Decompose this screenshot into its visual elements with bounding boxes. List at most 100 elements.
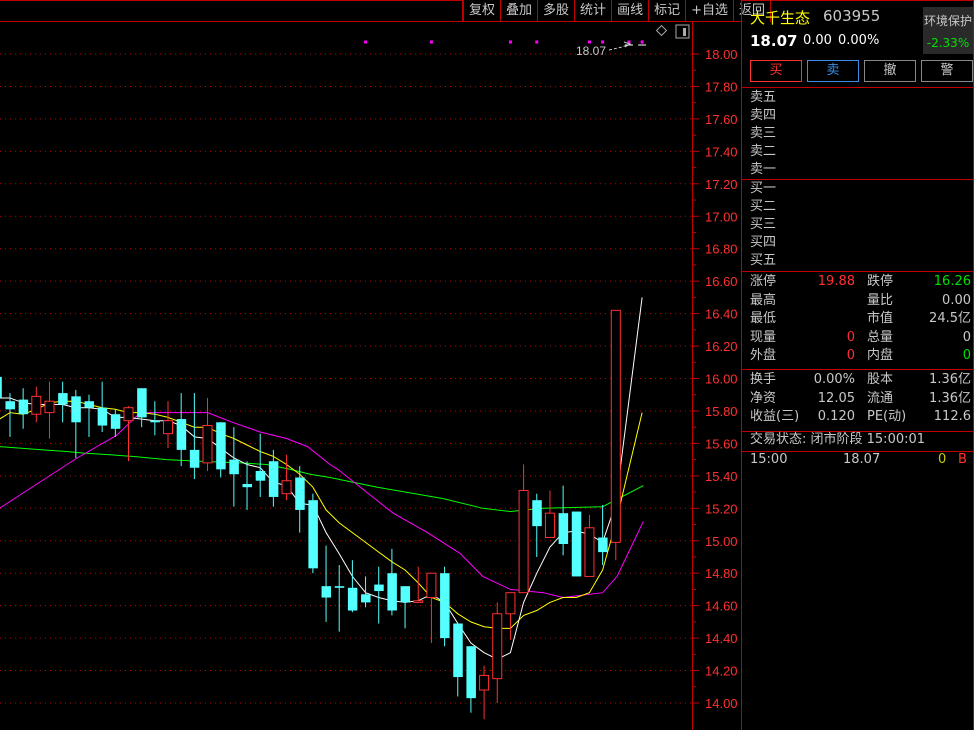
chart-toolbar: 复权 叠加 多股 统计 画线 标记 +自选 返回 [462, 0, 772, 22]
candle-body-down [268, 461, 279, 497]
candle-body-down [453, 623, 463, 678]
price-tick-label: 16.00 [705, 372, 738, 387]
price-tick-label: 15.00 [705, 534, 738, 549]
tick-volume: 0 [938, 452, 947, 467]
add-watchlist-button[interactable]: +自选 [686, 0, 734, 22]
stat-value [792, 292, 855, 310]
candle-body-down [5, 401, 15, 410]
stat-label: 量比 [867, 292, 894, 308]
candle-body-down [374, 584, 384, 592]
price-tick-label: 16.20 [705, 339, 738, 354]
price-change-pct: 0.00% [838, 33, 880, 48]
price-tick-label: 15.80 [705, 404, 738, 419]
restore-rights-button[interactable]: 复权 [464, 0, 502, 22]
statistics-button[interactable]: 统计 [575, 0, 613, 22]
trade-status: 交易状态: 闭市阶段 15:00:01 [750, 432, 926, 447]
tick-side: B [958, 452, 967, 467]
candle-body-down [400, 586, 411, 603]
candle-body-up [426, 572, 437, 599]
stat-label: 股本 [867, 372, 894, 387]
divider [742, 87, 974, 88]
ask-level-label: 卖二 [750, 144, 777, 159]
candle-body-up [413, 600, 424, 603]
last-price: 18.07 [750, 32, 798, 50]
candle-body-up [123, 407, 134, 422]
candle-body-down [440, 573, 450, 639]
ask-level-label: 卖四 [750, 108, 777, 123]
bid-level-label: 买四 [750, 235, 777, 250]
candle-body-up [479, 674, 490, 691]
candle-body-down [308, 500, 318, 569]
price-tick-label: 15.40 [705, 469, 738, 484]
draw-line-button[interactable]: 画线 [612, 0, 650, 22]
stat-value: 0.00 [942, 292, 971, 308]
stat-label: 涨停 [750, 274, 777, 289]
divider [742, 179, 974, 180]
bid-level-label: 买一 [750, 181, 777, 196]
price-tick-label: 18.00 [705, 47, 738, 62]
diamond-icon[interactable] [655, 24, 668, 37]
last-price-annotation: 18.07 [576, 44, 606, 58]
candle-body-down [84, 401, 94, 408]
candle-body-up [610, 309, 621, 543]
candle-body-down [229, 459, 239, 475]
candle-body-down [295, 477, 305, 510]
sector-badge[interactable]: 环境保护 -2.33% [923, 7, 973, 54]
candlestick-chart[interactable]: 18.00 17.80 17.60 17.40 17.20 17.00 16.80 16.60… [0, 0, 741, 730]
candle-body-down [97, 407, 108, 426]
stat-label: 外盘 [750, 348, 777, 363]
stat-label: PE(动) [867, 409, 907, 424]
event-marker [640, 40, 644, 44]
candle-body-up [163, 420, 174, 435]
panel-toggle-icon-bar [683, 28, 686, 36]
price-tick-label: 14.00 [705, 696, 738, 711]
stat-value: 19.88 [817, 274, 855, 289]
price-tick-label: 17.80 [705, 79, 738, 94]
stat-label: 流通 [867, 390, 894, 406]
stat-value: 12.05 [817, 390, 855, 406]
ask-level-label: 卖一 [750, 162, 777, 177]
candle-body-up [281, 480, 292, 495]
stat-label: 总量 [867, 329, 894, 345]
alert-button[interactable]: 警 [921, 60, 973, 82]
candle-body-down [571, 511, 582, 577]
candle-body-up [505, 592, 516, 615]
candle-body-up [202, 425, 213, 464]
stat-value: 0.00% [813, 372, 855, 387]
candle-body-down [532, 500, 542, 527]
tick-time: 15:00 [750, 452, 788, 467]
event-marker [364, 40, 368, 44]
buy-button[interactable]: 买 [750, 60, 802, 82]
stat-value: 0 [962, 348, 971, 363]
stock-code: 603955 [823, 7, 881, 25]
candle-body-up [492, 613, 503, 680]
candle-body-up [31, 395, 42, 415]
candle-body-down [176, 419, 187, 450]
stat-value: 1.36亿 [929, 390, 971, 406]
stat-label: 跌停 [867, 274, 894, 289]
price-tick-label: 15.20 [705, 501, 738, 516]
ask-level-label: 卖五 [750, 90, 777, 105]
price-tick-label: 14.20 [705, 664, 738, 679]
candle-body-up [518, 489, 529, 594]
candle-body-down [71, 396, 81, 423]
overlay-button[interactable]: 叠加 [501, 0, 539, 22]
multi-stock-button[interactable]: 多股 [538, 0, 576, 22]
candle-body-down [189, 449, 200, 468]
price-tick-label: 14.80 [705, 566, 738, 581]
candle-body-up [44, 400, 55, 414]
stat-label: 内盘 [867, 348, 894, 363]
cancel-order-button[interactable]: 撤 [864, 60, 916, 82]
price-tick-label: 14.40 [705, 631, 738, 646]
candle-body-down [466, 646, 476, 699]
sell-button[interactable]: 卖 [807, 60, 859, 82]
ma20-line [0, 412, 644, 599]
price-tick-label: 17.60 [705, 112, 738, 127]
price-tick-label: 17.40 [705, 144, 738, 159]
candle-body-down [558, 513, 569, 544]
stat-label: 净资 [750, 390, 777, 406]
stock-name: 大千生态 [750, 9, 811, 27]
mark-button[interactable]: 标记 [649, 0, 687, 22]
panel-toggle-icon[interactable] [675, 24, 690, 39]
bid-level-label: 买三 [750, 217, 777, 232]
